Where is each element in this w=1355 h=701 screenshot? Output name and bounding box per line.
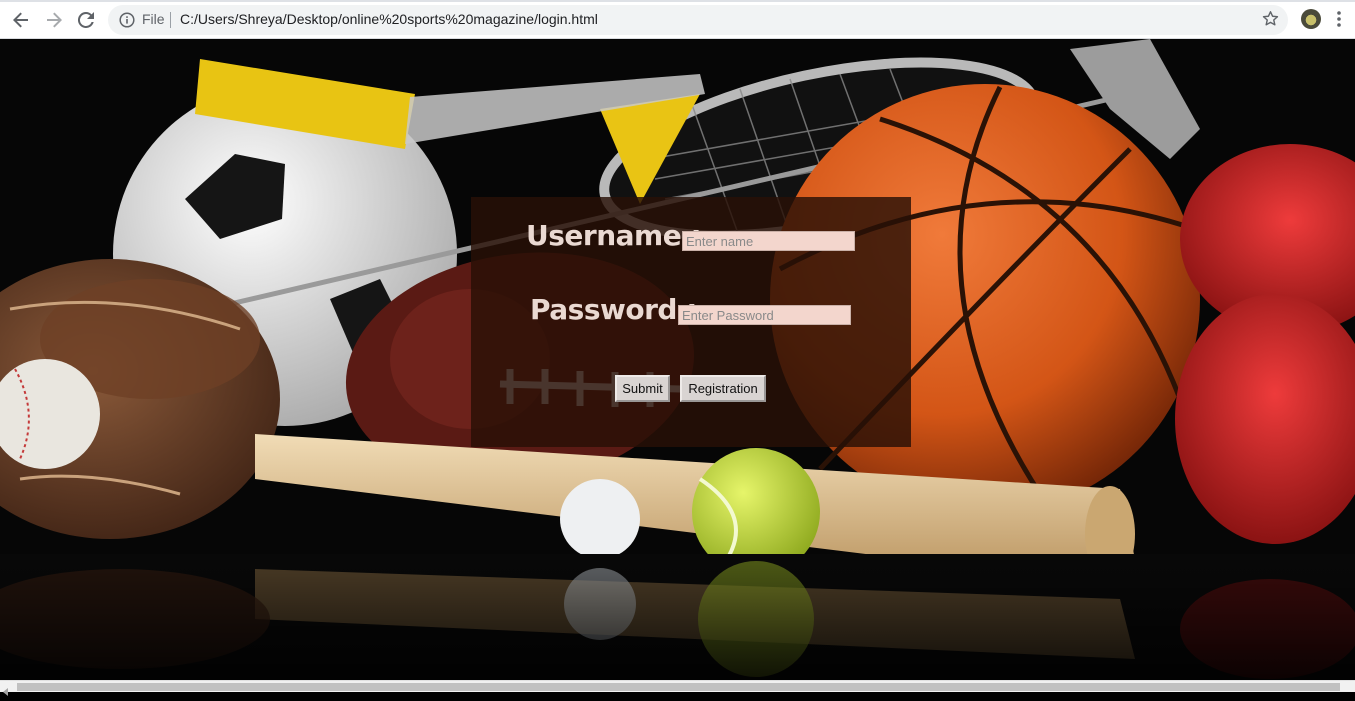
login-form-panel: Username : Password : Submit Registratio… <box>471 197 911 447</box>
info-icon[interactable] <box>119 12 135 33</box>
forward-button[interactable] <box>41 7 67 33</box>
reload-button[interactable] <box>73 7 99 33</box>
horizontal-scrollbar[interactable] <box>0 680 1355 696</box>
password-label: Password : <box>530 293 697 326</box>
more-menu-icon[interactable] <box>1336 10 1342 33</box>
password-input[interactable] <box>678 305 851 325</box>
browser-toolbar: File C:/Users/Shreya/Desktop/online%20sp… <box>0 0 1355 39</box>
scroll-left-arrow-icon[interactable] <box>3 683 9 701</box>
back-button[interactable] <box>8 7 34 33</box>
page-viewport: Username : Password : Submit Registratio… <box>0 39 1355 680</box>
address-divider <box>170 12 171 28</box>
submit-button[interactable]: Submit <box>615 375 670 402</box>
file-scheme-label[interactable]: File <box>142 11 165 27</box>
reload-icon <box>78 12 94 28</box>
address-bar[interactable]: File C:/Users/Shreya/Desktop/online%20sp… <box>108 5 1288 35</box>
username-label: Username : <box>526 219 702 252</box>
forward-arrow-icon <box>47 12 62 28</box>
profile-avatar[interactable] <box>1301 9 1321 29</box>
tab-strip-edge <box>0 0 1355 2</box>
username-input[interactable] <box>682 231 855 251</box>
scrollbar-thumb[interactable] <box>17 683 1340 691</box>
star-icon[interactable] <box>1262 10 1279 32</box>
back-arrow-icon <box>13 12 28 28</box>
url-text[interactable]: C:/Users/Shreya/Desktop/online%20sports%… <box>180 11 598 27</box>
registration-button[interactable]: Registration <box>680 375 766 402</box>
